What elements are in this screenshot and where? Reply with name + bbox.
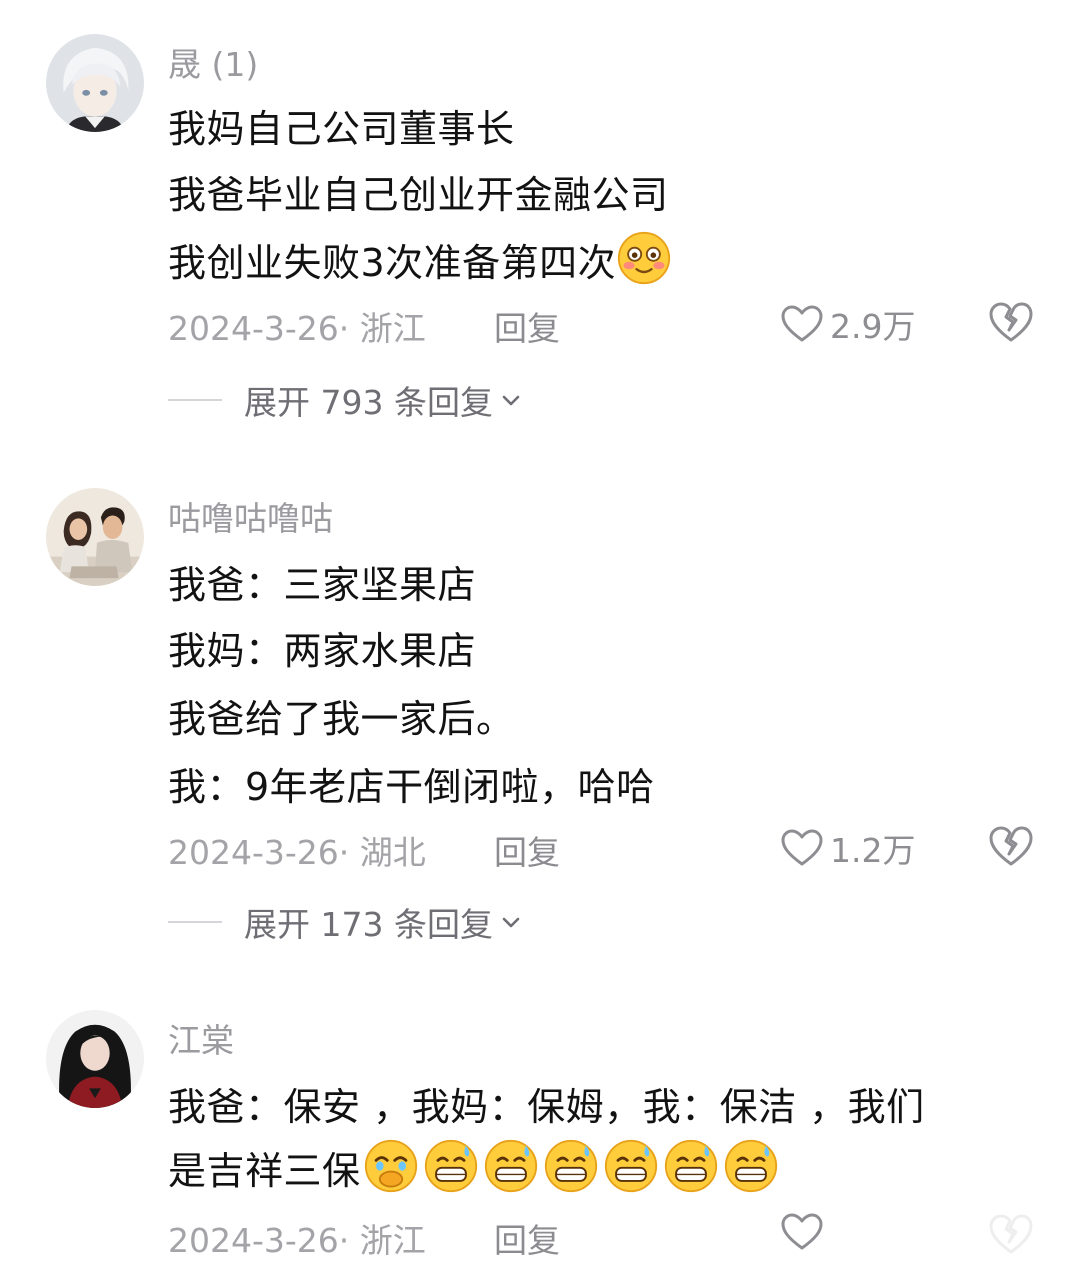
comment-text: 是吉祥三保	[168, 1149, 361, 1193]
comment-text-line: 我爸给了我一家后。	[168, 697, 515, 741]
like-count: 1.2万	[830, 831, 916, 870]
broken-heart-icon	[989, 302, 1033, 342]
comment-text-line: 我妈自己公司董事长	[168, 107, 515, 151]
avatar[interactable]	[46, 34, 144, 132]
blushing-smile-emoji-icon	[616, 230, 672, 286]
comment-text-line: 是吉祥三保	[168, 1138, 779, 1195]
heart-outline-icon	[781, 829, 823, 866]
dislike-button[interactable]	[988, 824, 1034, 868]
grinning-sweat-emoji-icon	[603, 1138, 659, 1194]
crying-covering-mouth-emoji-icon	[363, 1138, 419, 1194]
expand-replies-label: 展开 173 条回复	[244, 905, 493, 944]
grinning-sweat-emoji-icon	[423, 1138, 479, 1194]
divider-dash	[168, 921, 222, 923]
like-count: 2.9万	[830, 307, 916, 346]
like-button[interactable]: 2.9万	[780, 300, 915, 348]
grinning-sweat-emoji-icon	[483, 1138, 539, 1194]
anime-avatar-image	[46, 34, 144, 132]
avatar[interactable]	[46, 488, 144, 586]
dislike-button[interactable]	[988, 300, 1034, 344]
expand-replies-button[interactable]: 展开 793 条回复	[168, 376, 523, 424]
girl-photo-avatar-image	[46, 1010, 144, 1108]
expand-replies-label: 展开 793 条回复	[244, 383, 493, 422]
divider-dash	[168, 399, 222, 401]
like-button[interactable]: 1.2万	[780, 824, 915, 872]
comment-date-location: 2024-3-26· 湖北	[168, 833, 426, 872]
like-button[interactable]	[780, 1212, 824, 1252]
username[interactable]: 晟 (1)	[168, 38, 258, 86]
comment-text-line: 我妈：两家水果店	[168, 629, 477, 673]
reply-button[interactable]: 回复	[494, 1214, 560, 1262]
comment-text-line: 我创业失败3次准备第四次	[168, 230, 672, 287]
chevron-down-icon	[502, 395, 520, 406]
comment-text-line: 我爸：保安 ，我妈：保姆，我：保洁 ，我们	[168, 1085, 925, 1129]
comment-text: 我创业失败3次准备第四次	[168, 241, 617, 285]
comment-date-location: 2024-3-26· 浙江	[168, 309, 426, 348]
heart-outline-icon	[781, 305, 823, 342]
grinning-sweat-emoji-icon	[723, 1138, 779, 1194]
couple-photo-avatar-image	[46, 488, 144, 586]
comment-text-line: 我爸：三家坚果店	[168, 563, 477, 607]
username[interactable]: 咕噜咕噜咕	[168, 492, 333, 540]
broken-heart-icon	[989, 826, 1033, 866]
expand-replies-button[interactable]: 展开 173 条回复	[168, 898, 523, 946]
chevron-down-icon	[502, 917, 520, 928]
grinning-sweat-emoji-icon	[543, 1138, 599, 1194]
avatar[interactable]	[46, 1010, 144, 1108]
heart-outline-icon	[781, 1213, 823, 1250]
comment-text-line: 我爸毕业自己创业开金融公司	[168, 173, 669, 217]
reply-button[interactable]: 回复	[494, 826, 560, 874]
comment-date-location: 2024-3-26· 浙江	[168, 1221, 426, 1260]
username[interactable]: 江棠	[168, 1014, 234, 1062]
grinning-sweat-emoji-icon	[663, 1138, 719, 1194]
watermark-overlay	[824, 1206, 1080, 1264]
comment-text-line: 我：9年老店干倒闭啦，哈哈	[168, 765, 655, 809]
reply-button[interactable]: 回复	[494, 302, 560, 350]
